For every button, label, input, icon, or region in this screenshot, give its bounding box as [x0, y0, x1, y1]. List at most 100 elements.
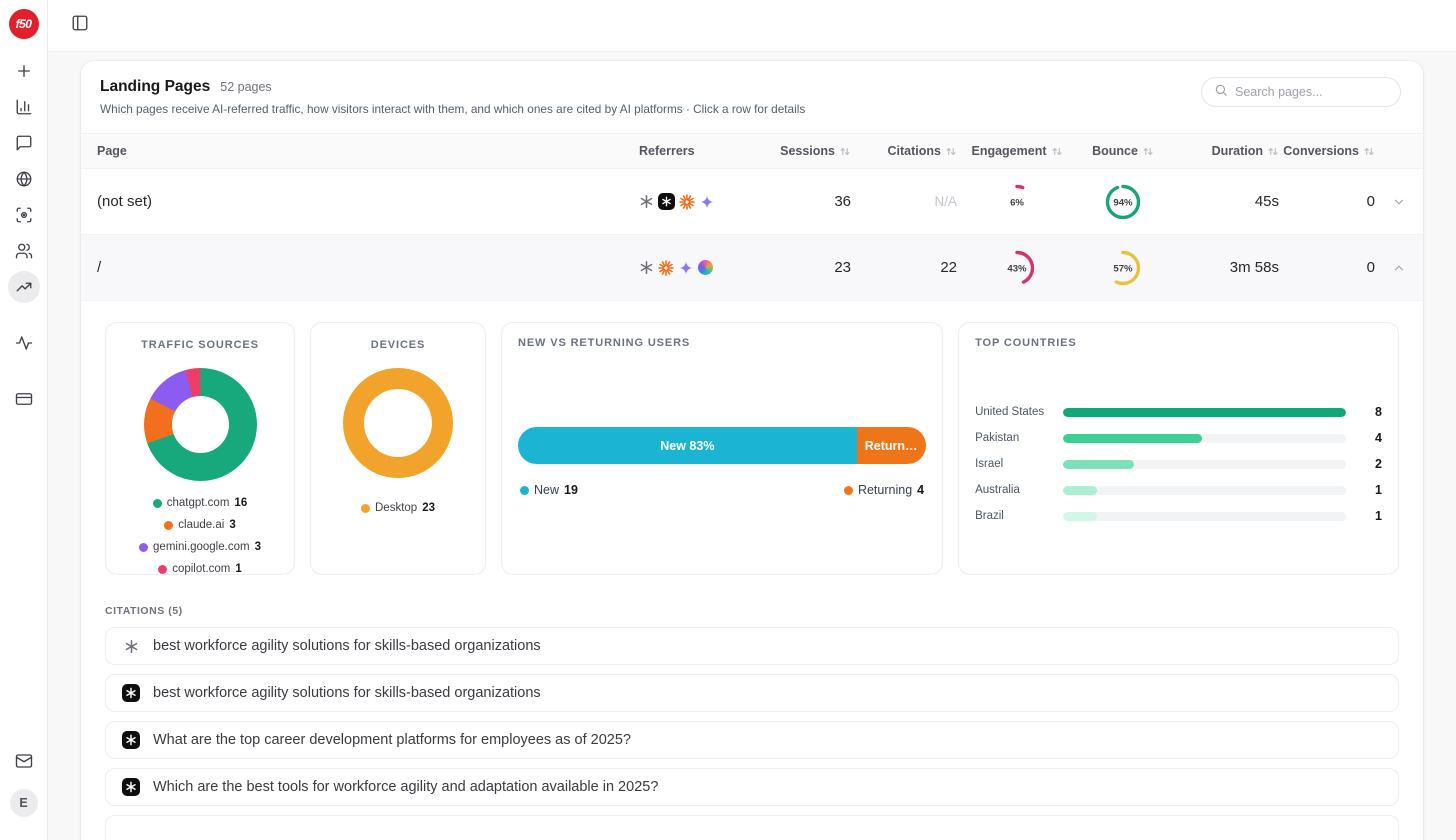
- citations-value: 22: [851, 259, 957, 276]
- sessions-value: 23: [769, 259, 851, 276]
- duration-value: 45s: [1169, 193, 1279, 210]
- citation-item[interactable]: best workforce agility solutions for ski…: [105, 627, 1399, 665]
- sidebar-item-mail[interactable]: [8, 745, 40, 777]
- sidebar-item-messages[interactable]: [8, 127, 40, 159]
- page-count-badge: 52 pages: [220, 80, 271, 94]
- plus-icon: [15, 62, 33, 80]
- chevron-down-icon: [1392, 195, 1406, 209]
- sidebar-nav-secondary: [8, 327, 40, 415]
- svg-text:6%: 6%: [1010, 197, 1024, 208]
- chatgpt-icon: [122, 639, 140, 654]
- new-vs-returning-bar-chart: New 83% Returning 17%: [518, 427, 926, 464]
- column-header-engagement[interactable]: Engagement: [957, 144, 1077, 158]
- sidebar-toggle-button[interactable]: [66, 12, 94, 40]
- sessions-value: 36: [769, 193, 851, 210]
- country-bar-fill: [1063, 512, 1097, 521]
- country-bar-fill: [1063, 486, 1097, 495]
- panel-title: TOP COUNTRIES: [975, 337, 1382, 349]
- bar-segment-returning: Returning 17%: [857, 427, 926, 464]
- duration-value: 3m 58s: [1169, 259, 1279, 276]
- citation-text: What are the top career development plat…: [153, 732, 631, 748]
- column-header-page: Page: [81, 144, 639, 158]
- legend-item: New19: [520, 483, 578, 497]
- column-header-sessions[interactable]: Sessions: [769, 144, 851, 158]
- table-row[interactable]: / 23 22 43% 57% 3m 58s 0: [81, 235, 1423, 301]
- expand-row-button[interactable]: [1375, 195, 1423, 209]
- citation-item[interactable]: best workforce agility solutions for ski…: [105, 674, 1399, 712]
- card-header: Landing Pages 52 pages Which pages recei…: [81, 61, 1423, 133]
- topbar: [48, 0, 1456, 52]
- legend-dot: [153, 499, 162, 508]
- column-header-bounce[interactable]: Bounce: [1077, 144, 1169, 158]
- svg-text:43%: 43%: [1007, 263, 1027, 274]
- country-bar-track: [1063, 434, 1346, 443]
- search-box: [1201, 77, 1401, 107]
- globe-icon: [15, 170, 33, 188]
- legend-item: gemini.google.com3: [139, 541, 261, 553]
- sidebar-nav: [8, 55, 40, 303]
- sidebar-item-scan[interactable]: [8, 199, 40, 231]
- sidebar-item-trends[interactable]: [8, 271, 40, 303]
- chatgpt-app-icon: [122, 778, 140, 796]
- sort-icon: [839, 146, 851, 157]
- legend-dot: [520, 486, 529, 495]
- legend-item: claude.ai3: [164, 519, 235, 531]
- sort-icon: [1142, 146, 1154, 157]
- panel-title: DEVICES: [323, 339, 473, 351]
- country-bar-track: [1063, 460, 1346, 469]
- top-countries-bar-chart: United States8 Pakistan4 Israel2 Austral…: [975, 399, 1382, 529]
- country-row: Israel2: [975, 451, 1382, 477]
- bounce-gauge: 57%: [1077, 248, 1169, 288]
- sidebar-bottom: E: [8, 745, 40, 817]
- conversions-value: 0: [1279, 259, 1375, 276]
- legend-dot: [139, 543, 148, 552]
- devices-panel: DEVICES Desktop23: [310, 322, 486, 575]
- chatgpt-app-icon: [122, 731, 140, 749]
- country-bar-track: [1063, 486, 1346, 495]
- credit-card-icon: [15, 390, 33, 408]
- citation-item[interactable]: [105, 815, 1399, 840]
- country-bar-track: [1063, 512, 1346, 521]
- landing-pages-card: Landing Pages 52 pages Which pages recei…: [80, 60, 1424, 840]
- table-row[interactable]: (not set) 36 N/A 6% 94% 45s 0: [81, 169, 1423, 235]
- citation-text: best workforce agility solutions for ski…: [153, 638, 541, 654]
- app-logo[interactable]: f50: [9, 9, 39, 39]
- country-bar-fill: [1063, 408, 1346, 417]
- sidebar-item-activity[interactable]: [8, 327, 40, 359]
- panel-left-icon: [71, 14, 89, 37]
- trending-up-icon: [15, 278, 33, 296]
- collapse-row-button[interactable]: [1375, 261, 1423, 275]
- legend-item: copilot.com1: [158, 563, 242, 575]
- search-input[interactable]: [1235, 85, 1396, 99]
- svg-text:94%: 94%: [1113, 197, 1133, 208]
- citations-value: N/A: [851, 194, 957, 209]
- country-row: Pakistan4: [975, 425, 1382, 451]
- country-bar-fill: [1063, 434, 1202, 443]
- traffic-sources-legend: chatgpt.com16 claude.ai3 gemini.google.c…: [118, 497, 282, 575]
- column-header-conversions[interactable]: Conversions: [1279, 144, 1375, 158]
- search-icon: [1214, 83, 1228, 102]
- column-header-citations[interactable]: Citations: [851, 144, 957, 158]
- citation-text: Which are the best tools for workforce a…: [153, 779, 658, 795]
- traffic-sources-panel: TRAFFIC SOURCES chatgpt.com16 claude.ai3…: [105, 322, 295, 575]
- sort-icon: [945, 146, 957, 157]
- bar-chart-icon: [15, 98, 33, 116]
- panel-title: TRAFFIC SOURCES: [118, 339, 282, 351]
- new-vs-returning-legend: New19 Returning4: [518, 483, 926, 497]
- conversions-value: 0: [1279, 193, 1375, 210]
- user-avatar[interactable]: E: [10, 789, 38, 817]
- sidebar-item-users[interactable]: [8, 235, 40, 267]
- sort-icon: [1363, 146, 1375, 157]
- sidebar-item-web[interactable]: [8, 163, 40, 195]
- sidebar-item-add[interactable]: [8, 55, 40, 87]
- chevron-up-icon: [1392, 261, 1406, 275]
- citation-item[interactable]: Which are the best tools for workforce a…: [105, 768, 1399, 806]
- citation-item[interactable]: What are the top career development plat…: [105, 721, 1399, 759]
- citation-text: best workforce agility solutions for ski…: [153, 685, 541, 701]
- column-header-duration[interactable]: Duration: [1169, 144, 1279, 158]
- devices-legend: Desktop23: [323, 502, 473, 514]
- users-icon: [15, 242, 33, 260]
- sidebar-item-billing[interactable]: [8, 383, 40, 415]
- sidebar-item-analytics[interactable]: [8, 91, 40, 123]
- page-cell: (not set): [81, 193, 639, 210]
